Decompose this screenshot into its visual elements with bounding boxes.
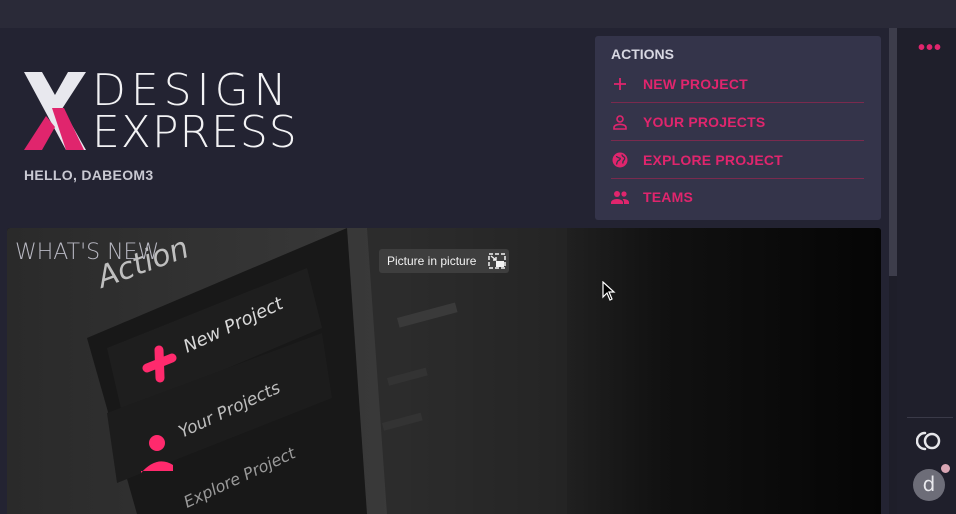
action-label: TEAMS xyxy=(643,188,693,205)
explore-project-button[interactable]: EXPLORE PROJECT xyxy=(611,141,864,179)
top-bar xyxy=(0,0,956,28)
more-dots-icon[interactable]: ••• xyxy=(918,38,942,58)
new-project-button[interactable]: NEW PROJECT xyxy=(611,65,864,103)
mouse-cursor-icon xyxy=(602,281,616,301)
action-label: EXPLORE PROJECT xyxy=(643,151,783,168)
whats-new-title: WHAT'S NEW xyxy=(15,240,160,265)
globe-icon xyxy=(611,151,629,169)
pip-icon xyxy=(488,253,507,269)
action-label: YOUR PROJECTS xyxy=(643,113,766,130)
avatar[interactable]: d xyxy=(913,469,945,501)
status-dot xyxy=(940,463,951,474)
loading-icon xyxy=(916,431,941,451)
greeting-text: HELLO, DABEOM3 xyxy=(24,167,154,183)
plus-icon xyxy=(611,75,629,93)
person-icon xyxy=(611,113,629,131)
teams-button[interactable]: TEAMS xyxy=(611,178,864,215)
actions-title: ACTIONS xyxy=(611,46,674,62)
logo-x-icon xyxy=(24,72,86,150)
your-projects-button[interactable]: YOUR PROJECTS xyxy=(611,103,864,141)
pip-label: Picture in picture xyxy=(387,254,477,268)
rail-divider xyxy=(907,417,953,418)
brand-name-line2: EXPRESS xyxy=(92,107,298,158)
actions-card: ACTIONS NEW PROJECT YOUR PROJECTS EXPLOR… xyxy=(595,36,881,220)
picture-in-picture-button[interactable]: Picture in picture xyxy=(379,249,509,273)
scrollbar[interactable] xyxy=(889,28,897,276)
people-icon xyxy=(611,188,629,206)
action-label: NEW PROJECT xyxy=(643,75,748,92)
